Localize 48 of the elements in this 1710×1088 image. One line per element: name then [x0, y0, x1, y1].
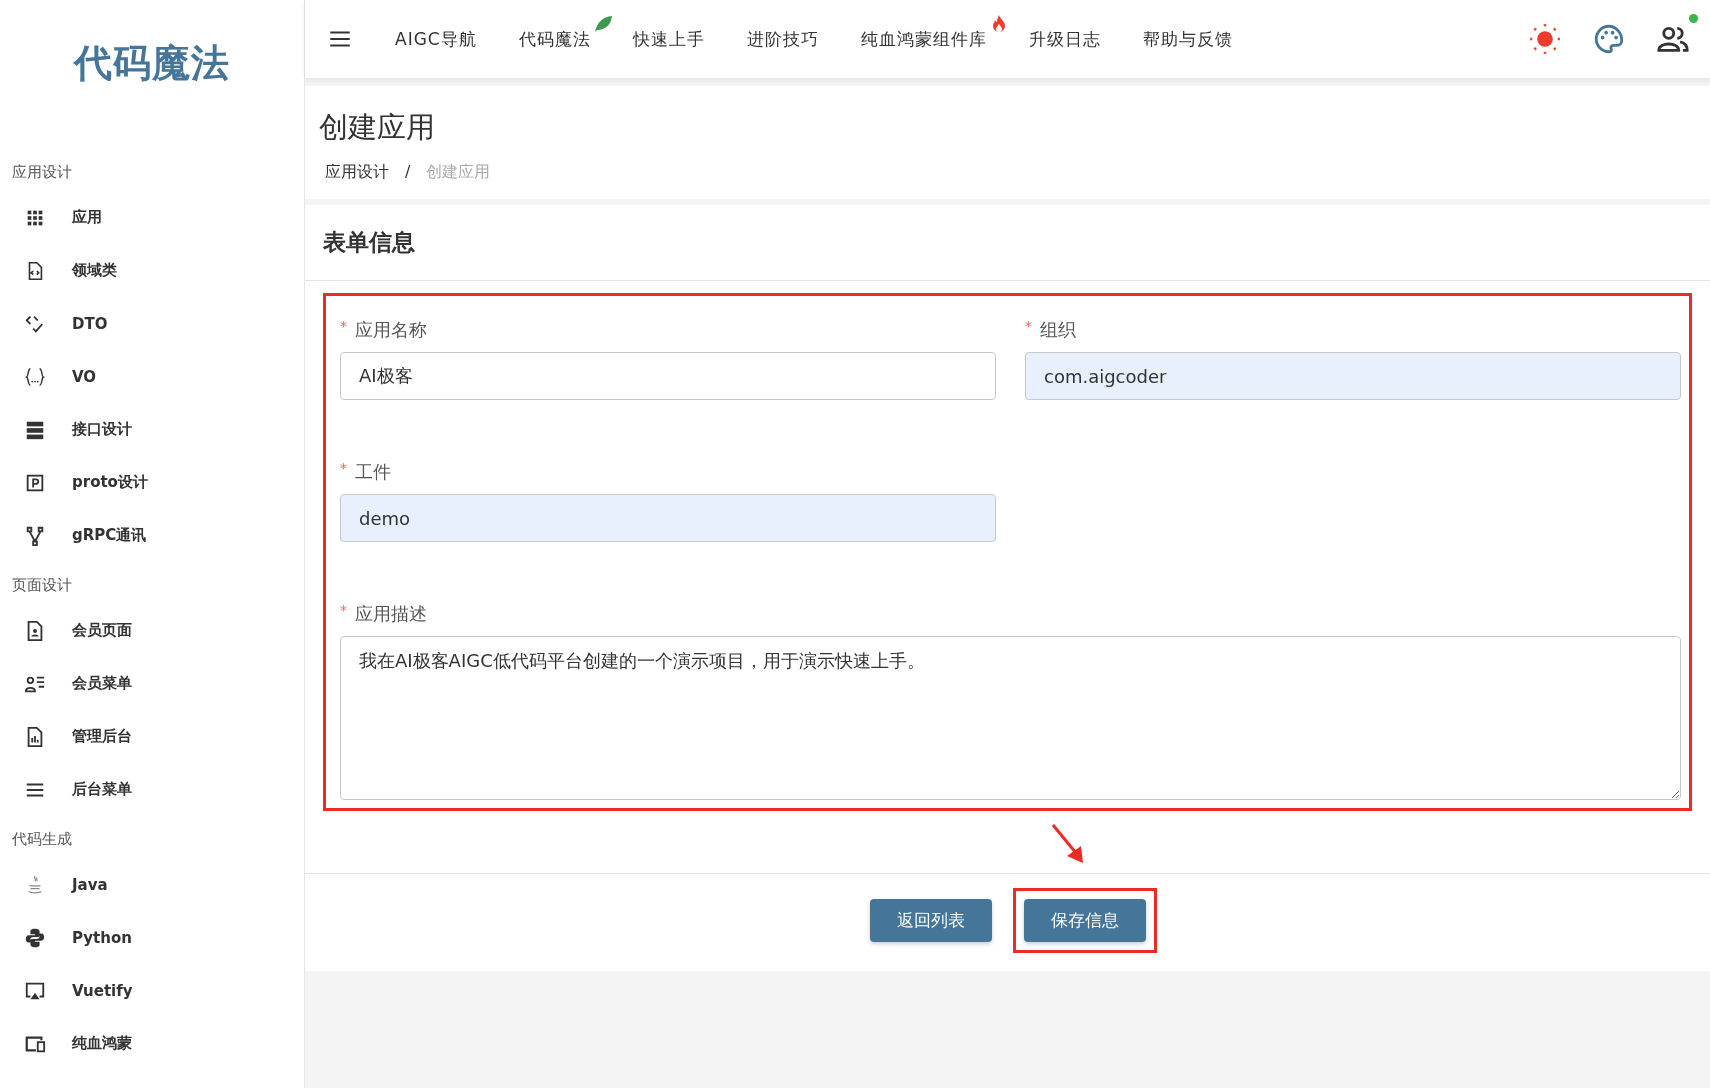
field-label: * 应用描述 — [340, 602, 428, 626]
sidebar-item[interactable]: 后台菜单 — [0, 763, 304, 816]
sidebar-item[interactable]: gRPC通讯 — [0, 509, 304, 562]
sidebar-item[interactable]: 接口设计 — [0, 403, 304, 456]
section-heading: 应用设计 — [11, 161, 73, 183]
sidebar-item[interactable]: 纯血鸿蒙 — [0, 1017, 304, 1070]
nav-link[interactable]: AIGC导航 — [395, 27, 477, 51]
form-button[interactable]: 返回列表 — [869, 899, 992, 942]
sidebar-item[interactable]: 会员页面 — [0, 604, 304, 657]
breadcrumb-item: 创建应用 — [426, 162, 491, 183]
field-label: * 应用名称 — [340, 318, 428, 342]
sidebar-item[interactable]: VO — [0, 350, 304, 403]
braces-icon — [24, 365, 46, 388]
sidebar-item[interactable]: 领域类 — [0, 244, 304, 297]
page-title: 创建应用 — [319, 109, 436, 146]
nav-link[interactable]: 快速上手 — [632, 27, 705, 51]
sidebar-item[interactable]: 管理后台 — [0, 710, 304, 763]
nav-link[interactable]: 进阶技巧 — [746, 27, 819, 51]
sun-icon[interactable] — [1528, 22, 1562, 56]
sidebar-item[interactable]: DTO — [0, 297, 304, 350]
text-area[interactable]: 我在AI极客AIGC低代码平台创建的一个演示项目，用于演示快速上手。 — [340, 636, 1681, 800]
nav-link[interactable]: 纯血鸿蒙组件库 — [860, 27, 987, 51]
nav-link[interactable]: 代码魔法 — [518, 27, 591, 51]
field-label: * 工件 — [340, 460, 392, 484]
pointer-arrow — [1050, 823, 1086, 865]
breadcrumb-item[interactable]: 应用设计 — [325, 162, 389, 183]
sidebar-item[interactable]: proto设计 — [0, 456, 304, 509]
logo-text: 代码魔法 — [72, 40, 231, 87]
input-field[interactable]: AI极客 — [340, 352, 996, 400]
form-button[interactable]: 保存信息 — [1023, 899, 1146, 942]
input-field[interactable]: com.aigcoder — [1025, 352, 1681, 400]
section-heading: 代码生成 — [11, 828, 73, 850]
sidebar-item[interactable]: Java — [0, 858, 304, 911]
palette-icon[interactable] — [1592, 22, 1626, 56]
nav-link[interactable]: 升级日志 — [1028, 27, 1101, 51]
sidebar-item[interactable]: 会员菜单 — [0, 657, 304, 710]
input-field[interactable]: demo — [340, 494, 996, 542]
sidebar-item[interactable]: Python — [0, 911, 304, 964]
branch-icon — [24, 524, 46, 547]
python-logo-icon — [24, 926, 46, 949]
sidebar-item[interactable]: 应用 — [0, 191, 304, 244]
leaf-icon — [592, 13, 613, 34]
sidebar-item[interactable]: Vuetify — [0, 964, 304, 1017]
card-title: 表单信息 — [305, 205, 1710, 281]
section-heading: 页面设计 — [11, 574, 73, 596]
nav-link[interactable]: 帮助与反馈 — [1142, 27, 1233, 51]
breadcrumb-separator: / — [405, 162, 411, 183]
field-label: * 组织 — [1025, 318, 1077, 342]
